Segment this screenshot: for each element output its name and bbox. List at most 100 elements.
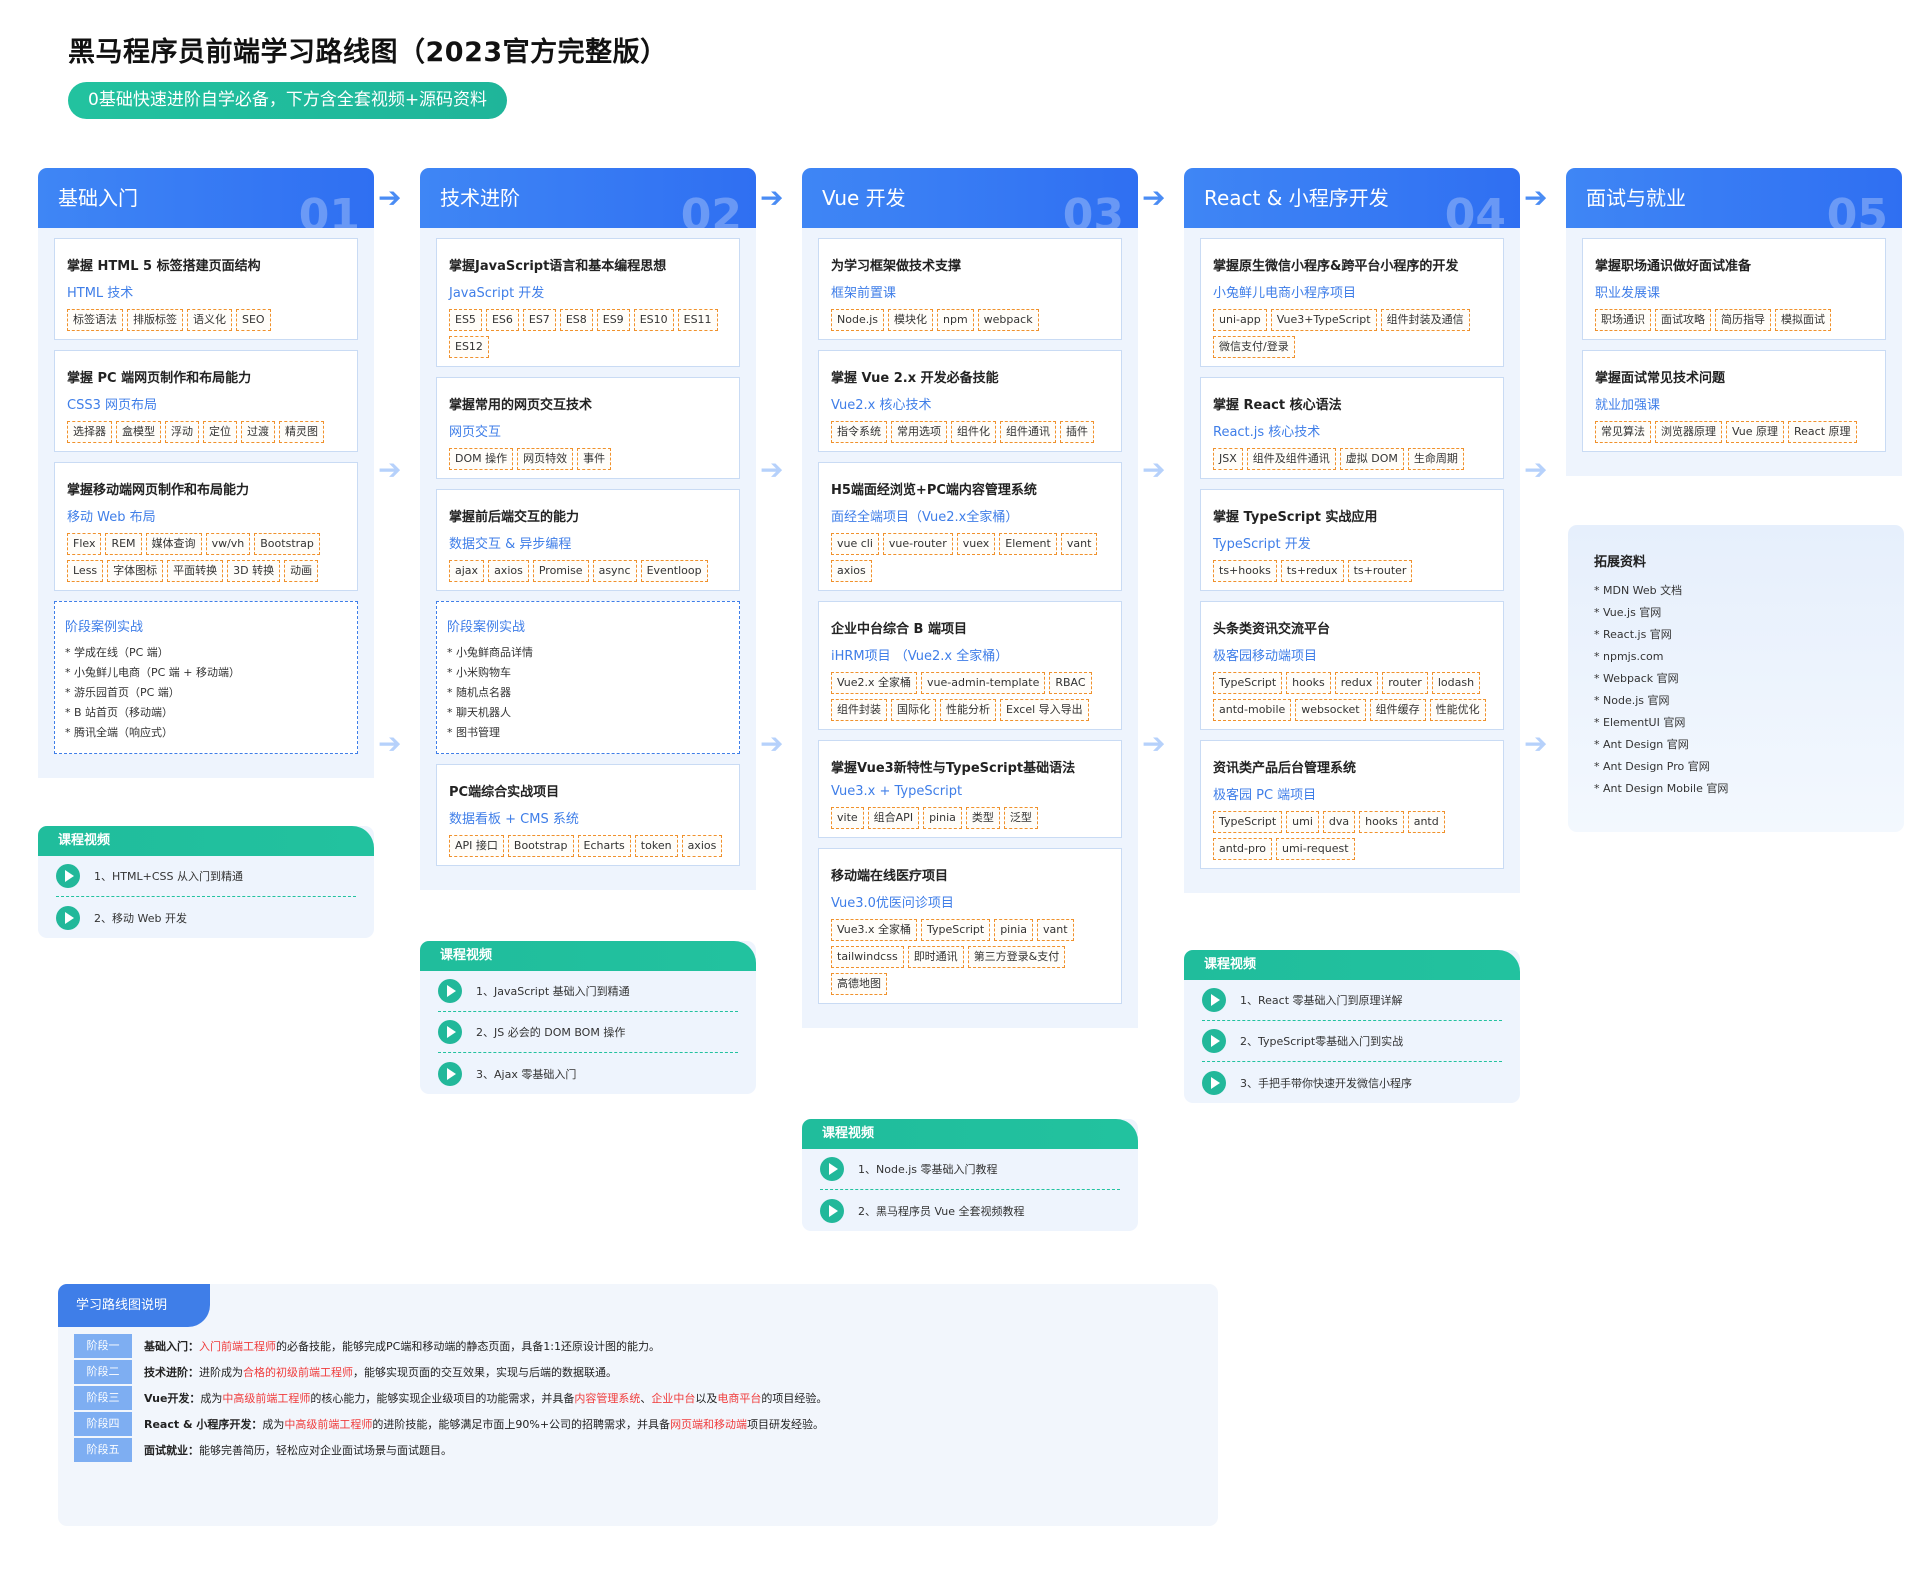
tech-tag[interactable]: ts+redux [1280,560,1344,582]
tech-tag[interactable]: ES10 [633,309,674,331]
tech-tag[interactable]: Node.js [831,309,884,331]
play-icon[interactable] [820,1157,844,1181]
card-subtitle[interactable]: TypeScript 开发 [1213,533,1493,552]
tech-tag[interactable]: 国际化 [891,699,936,721]
tech-tag[interactable]: ES5 [449,309,482,331]
tech-tag[interactable]: 语义化 [187,309,232,331]
card-subtitle[interactable]: 小兔鲜儿电商小程序项目 [1213,282,1493,301]
card-subtitle[interactable]: 极客园移动端项目 [1213,645,1493,664]
tech-tag[interactable]: 3D 转换 [227,560,281,582]
video-title[interactable]: 3、手把手带你快速开发微信小程序 [1240,1075,1412,1091]
video-title[interactable]: 1、JavaScript 基础入门到精通 [476,983,630,999]
tech-tag[interactable]: 模拟面试 [1775,309,1831,331]
tech-tag[interactable]: ES6 [485,309,519,331]
tech-tag[interactable]: React 原理 [1788,421,1857,443]
tech-tag[interactable]: 组件缓存 [1369,699,1426,721]
tech-tag[interactable]: umi [1286,811,1319,833]
video-item[interactable]: 1、Node.js 零基础入门教程 [820,1149,1120,1190]
tech-tag[interactable]: hooks [1286,672,1331,694]
card-subtitle[interactable]: 极客园 PC 端项目 [1213,784,1493,803]
tech-tag[interactable]: TypeScript [921,919,991,941]
tech-tag[interactable]: 精灵图 [279,421,324,443]
tech-tag[interactable]: vue-router [882,533,953,555]
tech-tag[interactable]: 微信支付/登录 [1213,336,1295,358]
tech-tag[interactable]: 职场通识 [1595,309,1651,331]
tech-tag[interactable]: 常用选项 [891,421,947,443]
tech-tag[interactable]: 类型 [965,807,1000,829]
card-subtitle[interactable]: iHRM项目 （Vue2.x 全家桶） [831,645,1111,664]
resource-link[interactable]: * Vue.js 官网 [1594,602,1878,624]
tech-tag[interactable]: uni-app [1213,309,1267,331]
tech-tag[interactable]: 组件及组件通讯 [1246,448,1336,470]
tech-tag[interactable]: RBAC [1049,672,1092,694]
tech-tag[interactable]: ES12 [449,336,489,358]
tech-tag[interactable]: npm [937,309,974,331]
tech-tag[interactable]: Promise [532,560,589,582]
tech-tag[interactable]: vue-admin-template [921,672,1046,694]
play-icon[interactable] [1202,988,1226,1012]
tech-tag[interactable]: hooks [1359,811,1404,833]
tech-tag[interactable]: ES7 [522,309,556,331]
card-subtitle[interactable]: 就业加强课 [1595,394,1875,413]
tech-tag[interactable]: REM [105,533,142,555]
tech-tag[interactable]: 第三方登录&支付 [967,946,1066,968]
video-item[interactable]: 3、Ajax 零基础入门 [438,1053,738,1094]
video-item[interactable]: 1、React 零基础入门到原理详解 [1202,980,1502,1021]
play-icon[interactable] [1202,1029,1226,1053]
tech-tag[interactable]: vuex [956,533,996,555]
resource-link[interactable]: * npmjs.com [1594,646,1878,668]
tech-tag[interactable]: DOM 操作 [449,448,514,470]
video-item[interactable]: 2、JS 必会的 DOM BOM 操作 [438,1012,738,1053]
video-item[interactable]: 2、TypeScript零基础入门到实战 [1202,1021,1502,1062]
tech-tag[interactable]: vite [831,807,864,829]
tech-tag[interactable]: 平面转换 [167,560,224,582]
play-icon[interactable] [438,1020,462,1044]
tech-tag[interactable]: axios [831,560,872,582]
resource-link[interactable]: * Webpack 官网 [1594,668,1878,690]
card-subtitle[interactable]: 面经全端项目（Vue2.x全家桶） [831,506,1111,525]
play-icon[interactable] [1202,1070,1226,1095]
card-subtitle[interactable]: 移动 Web 布局 [67,506,347,525]
video-title[interactable]: 2、移动 Web 开发 [94,910,187,926]
card-subtitle[interactable]: 网页交互 [449,421,729,440]
tech-tag[interactable]: pinia [923,807,962,829]
tech-tag[interactable]: lodash [1431,672,1481,694]
play-icon[interactable] [56,864,80,888]
video-title[interactable]: 1、HTML+CSS 从入门到精通 [94,868,243,884]
tech-tag[interactable]: 组件化 [951,421,996,443]
resource-link[interactable]: * Node.js 官网 [1594,690,1878,712]
tech-tag[interactable]: 组合API [867,807,920,829]
tech-tag[interactable]: Element [999,533,1057,555]
tech-tag[interactable]: 字体图标 [107,560,164,582]
card-subtitle[interactable]: 职业发展课 [1595,282,1875,301]
tech-tag[interactable]: vant [1060,533,1098,555]
resource-link[interactable]: * Ant Design 官网 [1594,734,1878,756]
tech-tag[interactable]: vant [1037,919,1074,941]
tech-tag[interactable]: pinia [994,919,1034,941]
tech-tag[interactable]: 模块化 [888,309,933,331]
video-item[interactable]: 1、HTML+CSS 从入门到精通 [56,856,356,897]
tech-tag[interactable]: 组件通讯 [1000,421,1056,443]
tech-tag[interactable]: 媒体查询 [145,533,202,555]
tech-tag[interactable]: 虚拟 DOM [1339,448,1404,470]
tech-tag[interactable]: 动画 [284,560,319,582]
tech-tag[interactable]: vue cli [831,533,879,555]
resource-link[interactable]: * Ant Design Pro 官网 [1594,756,1878,778]
tech-tag[interactable]: 指令系统 [831,421,887,443]
tech-tag[interactable]: axios [681,835,723,857]
card-subtitle[interactable]: Vue3.0优医问诊项目 [831,892,1111,911]
tech-tag[interactable]: antd-mobile [1213,699,1292,721]
tech-tag[interactable]: 选择器 [67,421,112,443]
tech-tag[interactable]: 事件 [577,448,612,470]
tech-tag[interactable]: Flex [67,533,102,555]
tech-tag[interactable]: Vue 原理 [1726,421,1785,443]
tech-tag[interactable]: ts+hooks [1213,560,1277,582]
tech-tag[interactable]: 高德地图 [831,973,887,995]
tech-tag[interactable]: 组件封装 [831,699,887,721]
tech-tag[interactable]: TypeScript [1213,672,1283,694]
video-item[interactable]: 1、JavaScript 基础入门到精通 [438,971,738,1012]
tech-tag[interactable]: 泛型 [1003,807,1038,829]
card-subtitle[interactable]: JavaScript 开发 [449,282,729,301]
tech-tag[interactable]: umi-request [1275,838,1355,860]
tech-tag[interactable]: Vue2.x 全家桶 [831,672,918,694]
